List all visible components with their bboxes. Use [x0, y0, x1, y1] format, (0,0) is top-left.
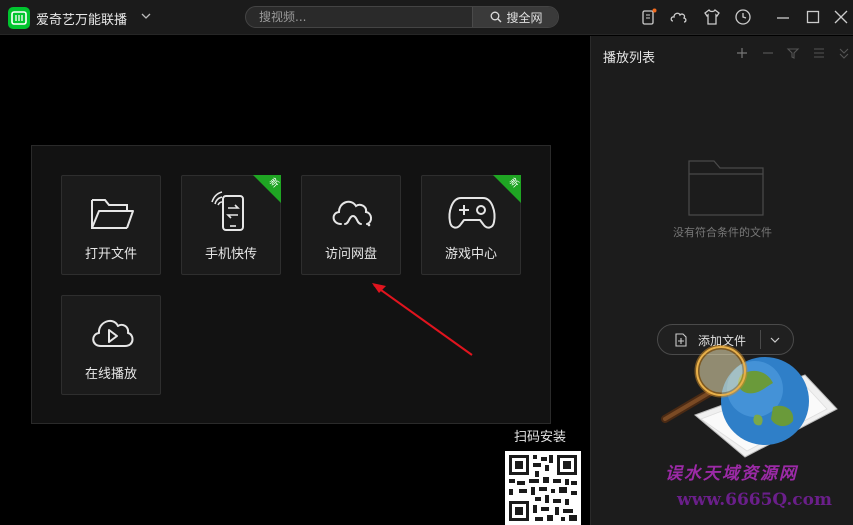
tile-label: 打开文件: [84, 247, 137, 262]
search-box: 搜全网: [245, 6, 559, 28]
watermark-url: www.6665Q.com: [677, 490, 832, 510]
maximize-icon[interactable]: [804, 8, 822, 26]
annotation-arrow-icon: [372, 283, 473, 356]
remove-icon[interactable]: [761, 46, 775, 60]
folder-icon: [91, 199, 134, 229]
add-icon[interactable]: [735, 46, 749, 60]
skin-icon[interactable]: [703, 8, 721, 26]
online-play-tile[interactable]: 在线播放: [61, 295, 161, 395]
iqiyi-logo-icon: [8, 7, 30, 29]
playlist-title: 播放列表: [603, 51, 656, 66]
game-center-tile[interactable]: 游戏中心 新: [421, 175, 521, 275]
cloud-icon[interactable]: [670, 8, 688, 26]
filter-icon[interactable]: [786, 46, 800, 60]
tile-label: 手机快传: [204, 247, 257, 262]
list-icon[interactable]: [812, 46, 826, 60]
title-bar: 爱奇艺万能联播 搜全网: [0, 0, 853, 35]
minimize-icon[interactable]: [774, 8, 792, 26]
gamepad-icon: [448, 197, 496, 229]
open-file-tile[interactable]: 打开文件: [61, 175, 161, 275]
empty-folder-icon: [688, 160, 764, 216]
cloud-drive-icon: [332, 200, 372, 227]
new-badge: 新: [253, 175, 281, 203]
cloud-play-icon: [92, 319, 134, 347]
history-icon[interactable]: [734, 8, 752, 26]
tile-label: 访问网盘: [324, 247, 377, 262]
empty-playlist-text: 没有符合条件的文件: [673, 226, 772, 239]
tile-label: 在线播放: [84, 367, 137, 382]
cloud-drive-tile[interactable]: 访问网盘: [301, 175, 401, 275]
watermark-text: 误水天域资源网: [665, 464, 798, 484]
tile-label: 游戏中心: [444, 247, 497, 262]
search-input[interactable]: [246, 7, 472, 27]
globe-magnifier-icon: [661, 345, 838, 458]
search-all-button[interactable]: 搜全网: [472, 7, 558, 27]
search-button-label: 搜全网: [506, 10, 543, 25]
qr-code-icon: [505, 451, 581, 525]
chevron-down-icon[interactable]: [140, 10, 152, 22]
collapse-icon[interactable]: [837, 46, 851, 60]
phone-transfer-icon: [211, 191, 244, 231]
qr-label: 扫码安装: [514, 430, 567, 445]
close-icon[interactable]: [832, 8, 850, 26]
phone-notify-icon[interactable]: [640, 8, 658, 26]
new-badge: 新: [493, 175, 521, 203]
search-icon: [491, 11, 502, 23]
phone-transfer-tile[interactable]: 手机快传 新: [181, 175, 281, 275]
app-title[interactable]: 爱奇艺万能联播: [36, 9, 127, 28]
